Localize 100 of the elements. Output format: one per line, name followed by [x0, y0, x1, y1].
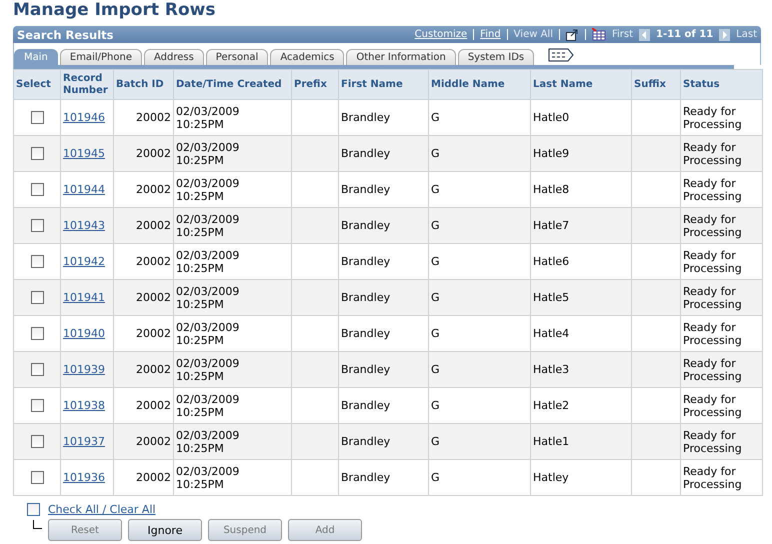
table-cell: 20002: [136, 471, 171, 484]
table-cell: Brandley: [341, 435, 390, 448]
column-header: First Name: [341, 78, 403, 90]
column-header: Record Number: [63, 72, 108, 96]
row-range: 1-11 of 11: [656, 29, 714, 40]
table-cell: Hatle3: [533, 363, 570, 376]
table-cell: 20002: [136, 435, 171, 448]
table-cell: 20002: [136, 363, 171, 376]
column-header: Status: [683, 78, 720, 90]
table-cell: Ready for Processing: [683, 140, 742, 166]
table-cell: G: [431, 327, 440, 340]
checkbox[interactable]: [30, 435, 44, 448]
table-cell: 02/03/2009 10:25PM: [176, 212, 240, 238]
checkbox[interactable]: [30, 147, 44, 160]
checkbox[interactable]: [30, 111, 44, 124]
table-cell: G: [431, 111, 440, 124]
table-cell: Ready for Processing: [683, 428, 742, 454]
table-cell: 20002: [136, 255, 171, 268]
table-cell: Ready for Processing: [683, 284, 742, 310]
column-header: Last Name: [533, 78, 593, 90]
table-cell: Brandley: [341, 219, 390, 232]
new-window-icon[interactable]: [566, 28, 579, 40]
column-header: Select: [16, 78, 51, 90]
action-button[interactable]: Ignore: [128, 519, 202, 541]
table-cell: G: [431, 399, 440, 412]
table-cell: 02/03/2009 10:25PM: [176, 320, 240, 346]
spreadsheet-icon[interactable]: [592, 28, 606, 41]
table-cell: Brandley: [341, 399, 390, 412]
tab[interactable]: Other Information: [346, 49, 456, 65]
grid-title: Search Results: [17, 28, 114, 42]
table-cell: Hatle4: [533, 327, 570, 340]
table-cell: 02/03/2009 10:25PM: [176, 176, 240, 202]
table-cell: Ready for Processing: [683, 212, 742, 238]
table-cell: Brandley: [341, 183, 390, 196]
table-cell: G: [431, 363, 440, 376]
table-cell: G: [431, 291, 440, 304]
table-cell: G: [431, 471, 440, 484]
table-cell: 02/03/2009 10:25PM: [176, 428, 240, 454]
table-cell: Brandley: [341, 327, 390, 340]
page-title: Manage Import Rows: [13, 0, 216, 22]
table-cell: Hatle5: [533, 291, 570, 304]
checkbox[interactable]: [30, 327, 44, 340]
table-cell: G: [431, 183, 440, 196]
tab[interactable]: Email/Phone: [60, 49, 142, 65]
table-cell: Ready for Processing: [683, 320, 742, 346]
table-cell: Brandley: [341, 471, 390, 484]
table-cell: 20002: [136, 183, 171, 196]
checkbox[interactable]: [27, 503, 40, 516]
checkbox[interactable]: [30, 399, 44, 412]
checkbox[interactable]: [30, 363, 44, 376]
previous-icon[interactable]: [639, 28, 650, 40]
table-cell: Hatle2: [533, 399, 570, 412]
table-cell: Brandley: [341, 111, 390, 124]
table-cell: Hatle0: [533, 111, 570, 124]
checkbox[interactable]: [30, 183, 44, 196]
show-all-columns-icon[interactable]: [548, 48, 574, 62]
checkbox[interactable]: [30, 471, 44, 484]
table-cell: 20002: [136, 327, 171, 340]
table-cell: 20002: [136, 147, 171, 160]
table-cell: 02/03/2009 10:25PM: [176, 140, 240, 166]
table-cell: Ready for Processing: [683, 392, 742, 418]
table-cell: Brandley: [341, 291, 390, 304]
table-cell: Ready for Processing: [683, 356, 742, 382]
column-header: Prefix: [294, 78, 327, 90]
table-cell: 02/03/2009 10:25PM: [176, 392, 240, 418]
tab[interactable]: System IDs: [458, 49, 534, 65]
column-header: Batch ID: [116, 78, 164, 90]
tab[interactable]: Address: [144, 49, 204, 65]
table-cell: Brandley: [341, 363, 390, 376]
table-cell: Hatle9: [533, 147, 570, 160]
checkbox[interactable]: [30, 291, 44, 304]
column-header: Date/Time Created: [176, 78, 282, 90]
table-cell: Ready for Processing: [683, 176, 742, 202]
tab[interactable]: Academics: [270, 49, 344, 65]
checkbox[interactable]: [30, 219, 44, 232]
check-all-link[interactable]: Check All / Clear All: [48, 503, 156, 516]
table-cell: G: [431, 435, 440, 448]
table-cell: 02/03/2009 10:25PM: [176, 284, 240, 310]
table-cell: 02/03/2009 10:25PM: [176, 464, 240, 490]
table-cell: 20002: [136, 291, 171, 304]
table-cell: 20002: [136, 111, 171, 124]
checkbox[interactable]: [30, 255, 44, 268]
table-cell: Hatle8: [533, 183, 570, 196]
table-cell: Brandley: [341, 255, 390, 268]
table-cell: 02/03/2009 10:25PM: [176, 104, 240, 130]
table-cell: Hatley: [533, 471, 569, 484]
table-cell: Hatle7: [533, 219, 570, 232]
column-header: Middle Name: [431, 78, 505, 90]
tab[interactable]: Personal: [206, 49, 268, 65]
next-icon[interactable]: [719, 28, 730, 40]
table-cell: 02/03/2009 10:25PM: [176, 248, 240, 274]
table-cell: G: [431, 147, 440, 160]
column-header: Suffix: [634, 78, 666, 90]
table-cell: Ready for Processing: [683, 248, 742, 274]
table-cell: 20002: [136, 219, 171, 232]
table-cell: 20002: [136, 399, 171, 412]
table-cell: G: [431, 255, 440, 268]
table-cell: 02/03/2009 10:25PM: [176, 356, 240, 382]
table-cell: Ready for Processing: [683, 104, 742, 130]
table-cell: Hatle1: [533, 435, 570, 448]
